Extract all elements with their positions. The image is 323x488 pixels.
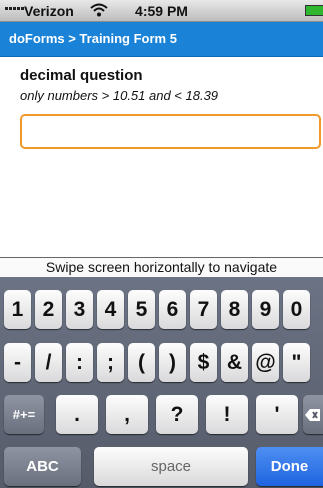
key-4[interactable]: 4 [97,290,124,329]
backspace-icon [305,408,320,421]
key-minus[interactable]: - [4,343,31,382]
key-period[interactable]: . [56,395,98,434]
key-apostrophe[interactable]: ' [256,395,298,434]
status-bar: Verizon 4:59 PM [0,0,323,22]
key-0[interactable]: 0 [283,290,310,329]
delete-key[interactable] [303,395,323,434]
key-colon[interactable]: : [66,343,93,382]
key-close-paren[interactable]: ) [159,343,186,382]
key-question[interactable]: ? [156,395,198,434]
key-8[interactable]: 8 [221,290,248,329]
key-ampersand[interactable]: & [221,343,248,382]
key-1[interactable]: 1 [4,290,31,329]
key-at[interactable]: @ [252,343,279,382]
key-space[interactable]: space [94,447,248,486]
done-button[interactable]: Done [256,447,323,486]
status-time: 4:59 PM [135,3,188,19]
question-title: decimal question [20,67,143,84]
key-more-symbols[interactable]: #+= [4,395,44,434]
key-comma[interactable]: , [106,395,148,434]
key-quote[interactable]: " [283,343,310,382]
decimal-answer-input[interactable] [20,114,321,149]
key-semicolon[interactable]: ; [97,343,124,382]
keyboard: 1 2 3 4 5 6 7 8 9 0 - / : ; ( ) $ & @ " … [0,277,323,488]
key-6[interactable]: 6 [159,290,186,329]
key-3[interactable]: 3 [66,290,93,329]
question-hint: only numbers > 10.51 and < 18.39 [20,88,219,103]
key-dollar[interactable]: $ [190,343,217,382]
key-7[interactable]: 7 [190,290,217,329]
key-open-paren[interactable]: ( [128,343,155,382]
key-2[interactable]: 2 [35,290,62,329]
key-exclamation[interactable]: ! [206,395,248,434]
key-slash[interactable]: / [35,343,62,382]
battery-icon [305,5,323,16]
key-abc[interactable]: ABC [4,447,81,486]
swipe-hint: Swipe screen horizontally to navigate [0,257,323,277]
key-5[interactable]: 5 [128,290,155,329]
breadcrumb[interactable]: doForms > Training Form 5 [9,31,177,46]
nav-bar: doForms > Training Form 5 [0,22,323,57]
key-9[interactable]: 9 [252,290,279,329]
